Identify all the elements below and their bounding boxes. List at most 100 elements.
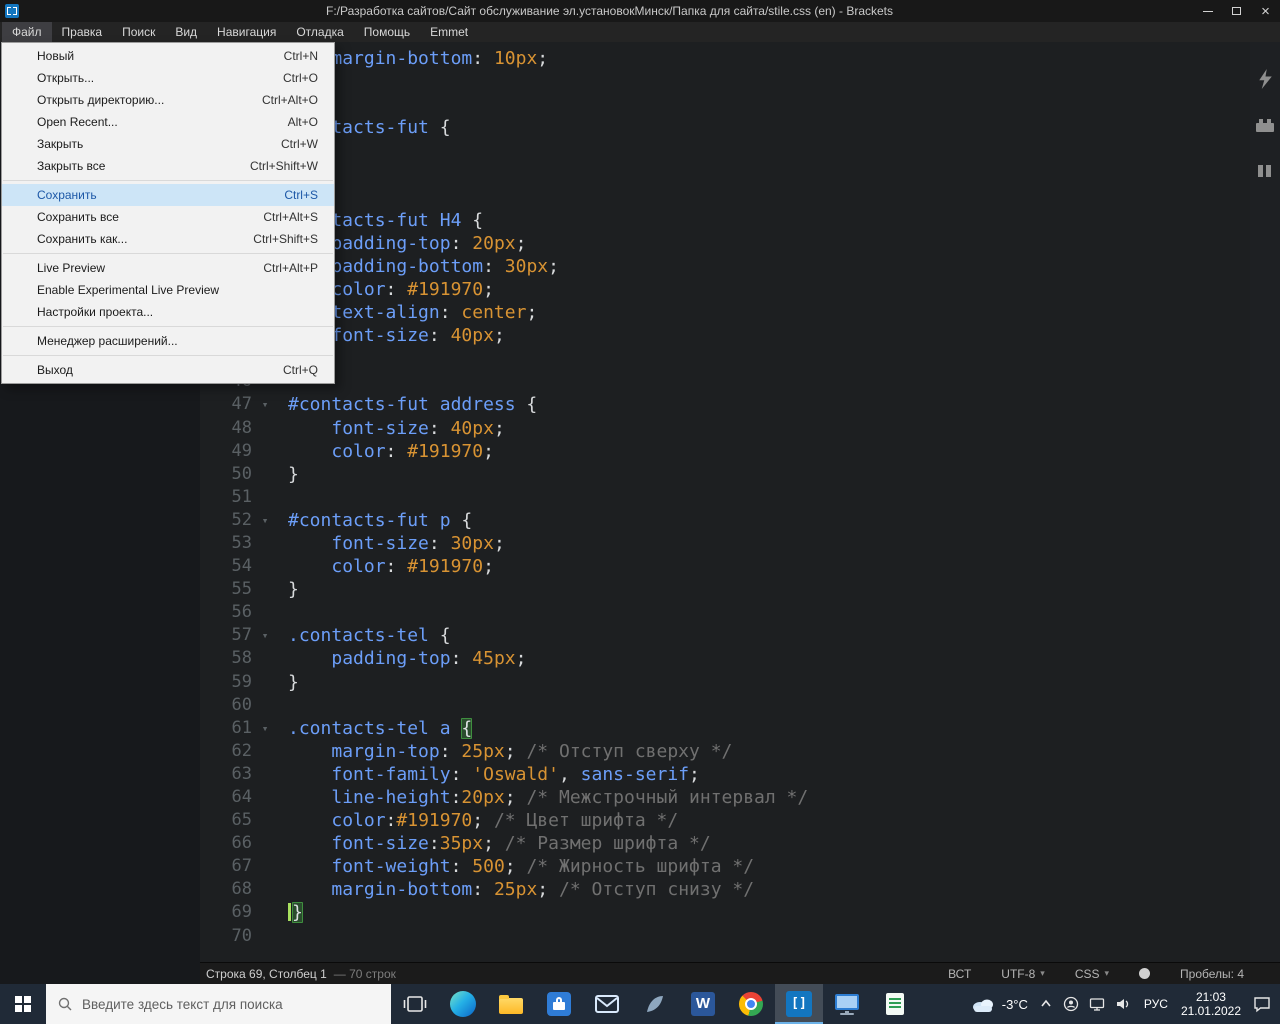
code-line[interactable]: 53 font-size: 30px; <box>200 532 1250 555</box>
menubar-item-view[interactable]: Вид <box>165 22 207 42</box>
file-menu-item-project-settings[interactable]: Настройки проекта... <box>2 301 334 323</box>
fold-arrow-icon[interactable]: ▾ <box>252 509 278 532</box>
code-line[interactable]: 33} <box>200 70 1250 93</box>
insert-mode-toggle[interactable]: ВСТ <box>948 967 971 981</box>
taskbar-edge[interactable] <box>439 984 487 1024</box>
code-line[interactable]: 43 text-align: center; <box>200 301 1250 324</box>
split-view-button[interactable] <box>1254 160 1276 182</box>
code-line[interactable]: 69} <box>200 901 1250 924</box>
code-line[interactable]: 35▾#contacts-fut { <box>200 116 1250 139</box>
taskbar-chrome[interactable] <box>727 984 775 1024</box>
file-menu-item-live-preview[interactable]: Live Preview Ctrl+Alt+P <box>2 257 334 279</box>
code-line[interactable]: 65 color:#191970; /* Цвет шрифта */ <box>200 809 1250 832</box>
code-line[interactable]: 38 <box>200 186 1250 209</box>
code-line[interactable]: 48 font-size: 40px; <box>200 417 1250 440</box>
line-number: 64 <box>231 787 252 807</box>
code-line[interactable]: 66 font-size:35px; /* Размер шрифта */ <box>200 832 1250 855</box>
lint-status-icon[interactable] <box>1139 968 1151 979</box>
menubar-item-help[interactable]: Помощь <box>354 22 420 42</box>
code-line[interactable]: 49 color: #191970; <box>200 440 1250 463</box>
code-line[interactable]: 50} <box>200 463 1250 486</box>
encoding-selector[interactable]: UTF-8 ▾ <box>1001 967 1045 981</box>
code-line[interactable]: 34 <box>200 93 1250 116</box>
code-line[interactable]: 60 <box>200 694 1250 717</box>
fold-arrow-icon[interactable]: ▾ <box>252 624 278 647</box>
code-line[interactable]: 42 color: #191970; <box>200 278 1250 301</box>
file-menu-item-extension-manager[interactable]: Менеджер расширений... <box>2 330 334 352</box>
taskbar-excel[interactable] <box>871 984 919 1024</box>
file-menu-item-close-all[interactable]: Закрыть все Ctrl+Shift+W <box>2 155 334 177</box>
code-line[interactable]: 37} <box>200 162 1250 185</box>
file-menu-item-new[interactable]: Новый Ctrl+N <box>2 45 334 67</box>
menubar-item-find[interactable]: Поиск <box>112 22 165 42</box>
taskbar-mail[interactable] <box>583 984 631 1024</box>
taskbar-monitor[interactable] <box>823 984 871 1024</box>
taskbar-task-view[interactable] <box>391 984 439 1024</box>
people-button[interactable] <box>1063 996 1079 1012</box>
code-line[interactable]: 68 margin-bottom: 25px; /* Отступ снизу … <box>200 878 1250 901</box>
code-line[interactable]: 45} <box>200 347 1250 370</box>
taskbar-word[interactable]: W <box>679 984 727 1024</box>
code-line[interactable]: 64 line-height:20px; /* Межстрочный инте… <box>200 786 1250 809</box>
action-center-button[interactable] <box>1252 995 1272 1013</box>
weather-widget[interactable]: -3°C <box>970 995 1028 1013</box>
taskbar-store[interactable] <box>535 984 583 1024</box>
file-menu-item-close[interactable]: Закрыть Ctrl+W <box>2 133 334 155</box>
menubar-item-debug[interactable]: Отладка <box>286 22 353 42</box>
code-line[interactable]: 39▾#contacts-fut H4 { <box>200 209 1250 232</box>
indent-setting[interactable]: Пробелы: 4 <box>1180 967 1244 981</box>
taskbar-feather[interactable] <box>631 984 679 1024</box>
file-menu-item-open-recent[interactable]: Open Recent... Alt+O <box>2 111 334 133</box>
menubar-item-edit[interactable]: Правка <box>52 22 113 42</box>
maximize-button[interactable] <box>1222 0 1251 22</box>
language-selector[interactable]: CSS ▾ <box>1075 967 1109 981</box>
code-line[interactable]: 47 ▾ #contacts-fut address { <box>200 393 1250 416</box>
live-preview-button[interactable] <box>1254 68 1276 90</box>
code-line[interactable]: 58 padding-top: 45px; <box>200 647 1250 670</box>
close-button[interactable]: × <box>1251 0 1280 22</box>
code-line[interactable]: 70 <box>200 925 1250 948</box>
code-line[interactable]: 32 margin-bottom: 10px; <box>200 47 1250 70</box>
code-line[interactable]: 67 font-weight: 500; /* Жирность шрифта … <box>200 855 1250 878</box>
file-menu-item-save[interactable]: Сохранить Ctrl+S <box>2 184 334 206</box>
start-button[interactable] <box>0 984 46 1024</box>
clock[interactable]: 21:03 21.01.2022 <box>1181 990 1241 1018</box>
taskbar-explorer[interactable] <box>487 984 535 1024</box>
menubar-item-emmet[interactable]: Emmet <box>420 22 478 42</box>
code-line[interactable]: 40 padding-top: 20px; <box>200 232 1250 255</box>
code-line[interactable]: 63 font-family: 'Oswald', sans-serif; <box>200 763 1250 786</box>
code-line[interactable]: 62 margin-top: 25px; /* Отступ сверху */ <box>200 740 1250 763</box>
fold-arrow-icon[interactable]: ▾ <box>252 393 278 416</box>
file-menu-item-experimental-live-preview[interactable]: Enable Experimental Live Preview <box>2 279 334 301</box>
code-line[interactable]: 41 padding-bottom: 30px; <box>200 255 1250 278</box>
file-menu-item-exit[interactable]: Выход Ctrl+Q <box>2 359 334 381</box>
code-area[interactable]: 32 margin-bottom: 10px;33}3435▾#contacts… <box>200 42 1250 962</box>
menubar-item-navigate[interactable]: Навигация <box>207 22 286 42</box>
code-line[interactable]: 55} <box>200 578 1250 601</box>
file-menu-item-save-all[interactable]: Сохранить все Ctrl+Alt+S <box>2 206 334 228</box>
taskbar-search[interactable]: Введите здесь текст для поиска <box>46 984 391 1024</box>
code-line[interactable]: 54 color: #191970; <box>200 555 1250 578</box>
chevron-up-button[interactable] <box>1039 997 1053 1011</box>
extension-manager-button[interactable] <box>1254 114 1276 136</box>
code-line[interactable]: 61 ▾ .contacts-tel a { <box>200 717 1250 740</box>
fold-arrow-icon[interactable]: ▾ <box>252 717 278 740</box>
language-indicator[interactable]: РУС <box>1142 997 1170 1011</box>
taskbar-brackets[interactable]: [] <box>775 984 823 1024</box>
code-line[interactable]: 57 ▾ .contacts-tel { <box>200 624 1250 647</box>
menu-item-shortcut: Ctrl+W <box>281 137 318 151</box>
ethernet-button[interactable] <box>1089 996 1105 1012</box>
code-line[interactable]: 52 ▾ #contacts-fut p { <box>200 509 1250 532</box>
file-menu-item-open[interactable]: Открыть... Ctrl+O <box>2 67 334 89</box>
volume-button[interactable] <box>1115 996 1131 1012</box>
code-line[interactable]: 56 <box>200 601 1250 624</box>
menubar-item-file[interactable]: Файл <box>2 22 52 42</box>
code-line[interactable]: 36 <box>200 139 1250 162</box>
code-line[interactable]: 59} <box>200 671 1250 694</box>
code-line[interactable]: 44 font-size: 40px; <box>200 324 1250 347</box>
minimize-button[interactable] <box>1193 0 1222 22</box>
file-menu-item-open-folder[interactable]: Открыть директорию... Ctrl+Alt+O <box>2 89 334 111</box>
code-line[interactable]: 51 <box>200 486 1250 509</box>
code-line[interactable]: 46 <box>200 370 1250 393</box>
file-menu-item-save-as[interactable]: Сохранить как... Ctrl+Shift+S <box>2 228 334 250</box>
